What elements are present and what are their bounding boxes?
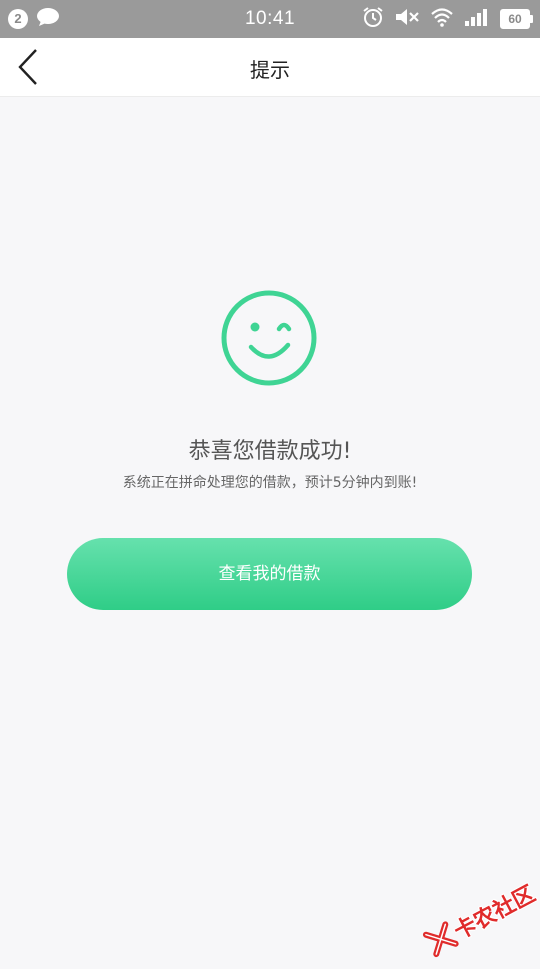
alarm-clock-icon	[362, 6, 384, 32]
signal-strength-icon	[464, 7, 490, 31]
battery-icon: 60	[500, 9, 533, 29]
page-title: 提示	[250, 58, 290, 82]
wifi-icon	[430, 7, 454, 31]
success-subtitle: 系统正在拼命处理您的借款，预计5分钟内到账!	[122, 475, 418, 491]
wink-smiley-icon	[220, 289, 318, 387]
volume-muted-icon	[394, 6, 420, 32]
view-my-loan-button[interactable]: 查看我的借款	[67, 538, 472, 610]
watermark-text: 卡农社区	[450, 881, 540, 945]
watermark-logo: 卡农社区	[416, 871, 540, 969]
status-bar: 2 10:41 60	[0, 0, 540, 38]
success-title: 恭喜您借款成功!	[188, 439, 352, 464]
navigation-bar: 提示	[0, 38, 540, 97]
status-bar-right: 60	[362, 6, 533, 32]
